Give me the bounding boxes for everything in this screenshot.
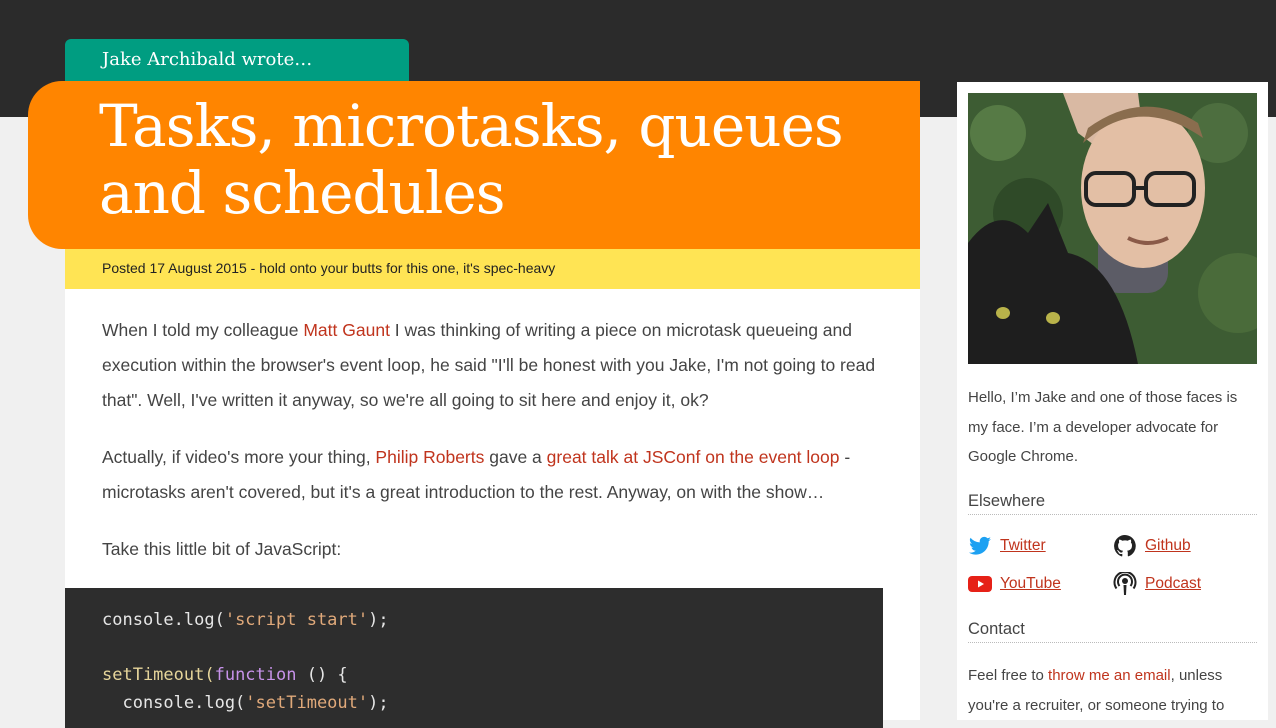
title-line-2: and schedules (99, 159, 506, 227)
code-token: ); (368, 693, 389, 713)
paragraph-text: Actually, if video's more your thing, (102, 447, 376, 467)
link-philip-roberts[interactable]: Philip Roberts (375, 447, 484, 467)
paragraph-text: gave a (484, 447, 547, 467)
link-jsconf-talk[interactable]: great talk at JSConf on the event loop (547, 447, 840, 467)
github-label: Github (1145, 537, 1191, 554)
contact-text-part: Feel free to (968, 667, 1049, 684)
code-token: console.log( (102, 610, 225, 630)
article-body: When I told my colleague Matt Gaunt I wa… (65, 289, 920, 728)
code-token: ); (368, 610, 389, 630)
email-link[interactable]: throw me an email (1048, 667, 1171, 684)
youtube-label: YouTube (1000, 575, 1061, 592)
sidebar: Hello, I’m Jake and one of those faces i… (957, 82, 1268, 720)
title-banner: Tasks, microtasks, queues and schedules (28, 81, 920, 249)
bio-text: Hello, I’m Jake and one of those faces i… (968, 389, 1238, 465)
code-token: () { (296, 665, 348, 685)
code-block: console.log('script start'); setTimeout(… (65, 588, 883, 728)
page-title: Tasks, microtasks, queues and schedules (99, 93, 920, 227)
contact-text: Feel free to throw me an email, unless y… (968, 661, 1260, 720)
code-string: 'script start' (224, 610, 369, 630)
post-meta: Posted 17 August 2015 - hold onto your b… (65, 249, 920, 289)
youtube-icon (968, 572, 992, 596)
title-line-1: Tasks, microtasks, queues (99, 92, 844, 160)
paragraph-take-js: Take this little bit of JavaScript: (102, 539, 342, 559)
code-token: console.log( (102, 693, 246, 713)
elsewhere-heading: Elsewhere (968, 492, 1257, 515)
twitter-icon (968, 534, 992, 558)
paragraph-text: When I told my colleague (102, 320, 304, 340)
paragraph-intro: When I told my colleague Matt Gaunt I wa… (102, 313, 892, 418)
code-token: setTimeout( (102, 665, 215, 685)
twitter-label: Twitter (1000, 537, 1046, 554)
twitter-link[interactable]: Twitter (968, 534, 1046, 558)
post-date-text: Posted 17 August 2015 - hold onto your b… (102, 260, 556, 276)
contact-heading: Contact (968, 620, 1257, 643)
author-line: Jake Archibald wrote… (102, 49, 313, 70)
author-photo (968, 93, 1257, 364)
code-line-3: setTimeout(function () { (102, 661, 883, 689)
podcast-link[interactable]: Podcast (1113, 570, 1202, 596)
code-keyword: function (214, 665, 297, 685)
link-matt-gaunt[interactable]: Matt Gaunt (303, 320, 390, 340)
author-photo-illustration (968, 93, 1257, 364)
code-line-1: console.log('script start'); (102, 606, 883, 634)
podcast-label: Podcast (1145, 575, 1202, 592)
youtube-link[interactable]: YouTube (968, 572, 1061, 596)
paragraph-video: Actually, if video's more your thing, Ph… (102, 440, 892, 510)
code-string: 'setTimeout' (245, 693, 369, 713)
code-line-4: console.log('setTimeout'); (102, 689, 883, 717)
github-icon (1113, 534, 1137, 558)
github-link[interactable]: Github (1113, 534, 1191, 558)
podcast-icon (1113, 570, 1137, 596)
